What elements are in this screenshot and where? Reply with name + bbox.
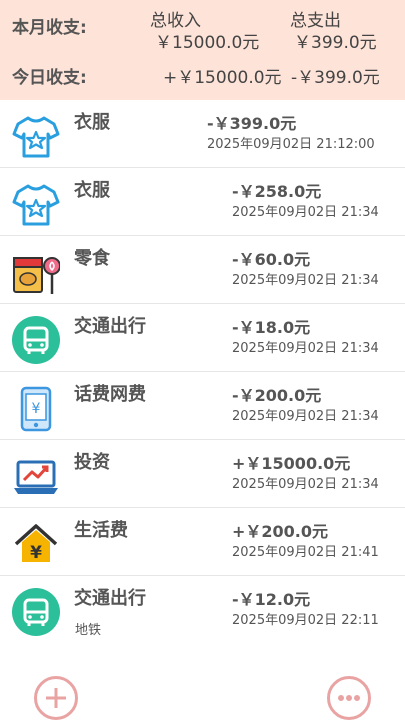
add-record-button[interactable]: [34, 676, 78, 720]
list-item[interactable]: 衣服 -￥399.0元 2025年09月02日 21:12:00: [0, 100, 405, 168]
phone-bill-icon: ¥: [12, 384, 60, 432]
record-time: 2025年09月02日 21:34: [232, 409, 379, 424]
list-item[interactable]: ¥ 生活费 +￥200.0元 2025年09月02日 21:41: [0, 508, 405, 576]
record-category: 零食: [74, 248, 110, 269]
record-time: 2025年09月02日 21:34: [232, 477, 379, 492]
list-item[interactable]: 衣服 -￥258.0元 2025年09月02日 21:34: [0, 168, 405, 236]
snack-icon: [12, 248, 61, 296]
record-time: 2025年09月02日 22:11: [232, 613, 379, 628]
record-time: 2025年09月02日 21:34: [232, 205, 379, 220]
bus-icon: [12, 588, 60, 636]
more-dots-icon: [338, 695, 360, 701]
svg-text:¥: ¥: [32, 401, 41, 417]
record-category: 衣服: [74, 112, 110, 133]
record-time: 2025年09月02日 21:12:00: [207, 137, 375, 152]
more-options-button[interactable]: [327, 676, 371, 720]
record-amount: +￥15000.0元: [232, 454, 351, 473]
record-category: 生活费: [74, 520, 128, 541]
today-summary-label: 今日收支:: [12, 68, 87, 88]
record-category: 交通出行: [74, 588, 146, 609]
record-category: 衣服: [74, 180, 110, 201]
record-amount: -￥200.0元: [232, 386, 322, 405]
record-amount: -￥60.0元: [232, 250, 311, 269]
record-category: 话费网费: [74, 384, 146, 405]
record-time: 2025年09月02日 21:34: [232, 273, 379, 288]
record-category: 投资: [74, 452, 110, 473]
month-income-value: ￥15000.0元: [155, 33, 260, 53]
month-expense-value: ￥399.0元: [294, 33, 377, 53]
record-time: 2025年09月02日 21:41: [232, 545, 379, 560]
month-summary-label: 本月收支:: [12, 18, 87, 38]
today-expense-value: -￥399.0元: [291, 68, 380, 88]
summary-panel: 本月收支: 总收入 总支出 ￥15000.0元 ￥399.0元 今日收支: +￥…: [0, 0, 405, 100]
record-amount: -￥399.0元: [207, 114, 297, 133]
record-note: 地铁: [75, 623, 102, 638]
record-amount: -￥12.0元: [232, 590, 311, 609]
svg-text:¥: ¥: [30, 543, 42, 563]
record-amount: -￥18.0元: [232, 318, 311, 337]
record-category: 交通出行: [74, 316, 146, 337]
today-income-value: +￥15000.0元: [163, 68, 282, 88]
record-time: 2025年09月02日 21:34: [232, 341, 379, 356]
list-item[interactable]: ¥ 话费网费 -￥200.0元 2025年09月02日 21:34: [0, 372, 405, 440]
list-item[interactable]: 零食 -￥60.0元 2025年09月02日 21:34: [0, 236, 405, 304]
plus-icon: [46, 688, 66, 708]
investment-icon: [12, 452, 60, 500]
record-amount: -￥258.0元: [232, 182, 322, 201]
tshirt-icon: [12, 112, 60, 160]
list-item[interactable]: 投资 +￥15000.0元 2025年09月02日 21:34: [0, 440, 405, 508]
list-item[interactable]: 交通出行 地铁 -￥12.0元 2025年09月02日 22:11: [0, 576, 405, 644]
bus-icon: [12, 316, 60, 364]
list-item[interactable]: 交通出行 -￥18.0元 2025年09月02日 21:34: [0, 304, 405, 372]
record-amount: +￥200.0元: [232, 522, 329, 541]
tshirt-icon: [12, 180, 60, 228]
living-expense-icon: ¥: [12, 520, 60, 568]
